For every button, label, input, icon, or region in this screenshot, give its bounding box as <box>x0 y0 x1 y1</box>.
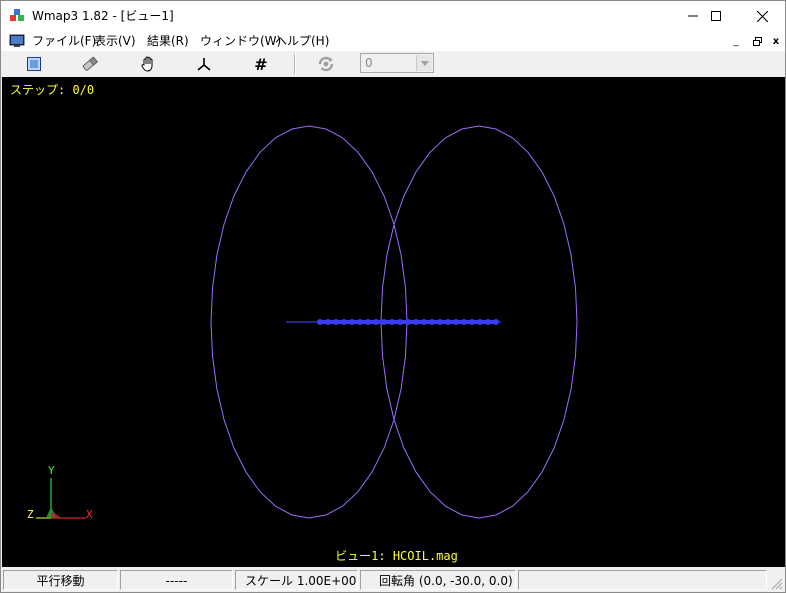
mdi-close-button[interactable]: x <box>768 34 784 48</box>
menu-help[interactable]: ヘルプ(H) <box>275 31 329 51</box>
axes-icon <box>197 58 211 71</box>
toolbar: # 0 <box>1 51 785 77</box>
node-marker <box>445 319 451 325</box>
node-marker <box>397 319 403 325</box>
node-marker <box>469 319 475 325</box>
close-icon <box>756 10 768 22</box>
node-marker <box>349 319 355 325</box>
mdi-restore-button[interactable] <box>749 34 765 48</box>
view-canvas[interactable]: Y X Z ステップ: 0/0 ビュー1: HCOIL.mag <box>2 77 785 567</box>
node-marker <box>357 319 363 325</box>
chevron-down-icon <box>420 60 429 66</box>
grid-hash-icon: # <box>254 54 268 74</box>
restore-icon <box>752 36 762 46</box>
close-button[interactable] <box>739 1 785 31</box>
rotate-gear-icon <box>318 56 334 72</box>
y-axis-label: Y <box>48 464 55 477</box>
eraser-button[interactable] <box>78 53 102 75</box>
mdi-document-icon[interactable] <box>9 34 25 48</box>
node-marker <box>317 319 323 325</box>
mdi-minimize-icon: _ <box>733 35 739 47</box>
grid-button[interactable]: # <box>249 53 273 75</box>
menu-bar: ファイル(F) 表示(V) 結果(R) ウィンドウ(W) ヘルプ(H) _ x <box>1 31 785 51</box>
mdi-minimize-button[interactable]: _ <box>728 34 744 48</box>
x-axis-label: X <box>86 508 93 521</box>
fit-view-button[interactable] <box>22 53 46 75</box>
node-marker <box>413 319 419 325</box>
resize-grip-icon[interactable] <box>769 576 783 590</box>
node-markers <box>317 319 499 325</box>
step-label: ステップ: 0/0 <box>10 83 95 97</box>
maximize-icon <box>711 11 721 21</box>
toolbar-separator <box>294 54 296 74</box>
menu-view[interactable]: 表示(V) <box>94 31 136 51</box>
axis-triad: Y X Z <box>27 464 93 521</box>
app-window: Wmap3 1.82 - [ビュー1] ファイル(F) 表示(V) 結果(R) … <box>0 0 786 593</box>
rotate-button[interactable] <box>314 53 338 75</box>
node-marker <box>381 319 387 325</box>
z-axis-label: Z <box>27 508 34 521</box>
status-mode: 平行移動 <box>3 570 118 590</box>
status-empty <box>518 570 767 590</box>
axes-button[interactable] <box>192 53 216 75</box>
mdi-close-icon: x <box>772 35 780 47</box>
node-marker <box>493 319 499 325</box>
node-marker <box>477 319 483 325</box>
fit-view-icon <box>27 57 41 71</box>
maximize-button[interactable] <box>693 1 739 31</box>
node-marker <box>373 319 379 325</box>
node-marker <box>437 319 443 325</box>
node-marker <box>365 319 371 325</box>
step-combo-dropdown-button[interactable] <box>416 55 432 71</box>
wmap3-cubes-icon <box>10 9 24 21</box>
node-marker <box>333 319 339 325</box>
node-marker <box>405 319 411 325</box>
menu-file[interactable]: ファイル(F) <box>32 31 96 51</box>
node-marker <box>325 319 331 325</box>
pan-hand-icon <box>141 56 153 72</box>
status-rotation: 回転角 (0.0, -30.0, 0.0) <box>360 570 516 590</box>
step-combo-value: 0 <box>365 56 373 70</box>
window-title: Wmap3 1.82 - [ビュー1] <box>32 9 174 23</box>
node-marker <box>341 319 347 325</box>
view-caption: ビュー1: HCOIL.mag <box>335 549 458 563</box>
node-marker <box>461 319 467 325</box>
pan-button[interactable] <box>136 53 160 75</box>
node-marker <box>421 319 427 325</box>
menu-results[interactable]: 結果(R) <box>147 31 189 51</box>
node-marker <box>453 319 459 325</box>
node-marker <box>485 319 491 325</box>
menu-window[interactable]: ウィンドウ(W) <box>200 31 281 51</box>
status-value: ----- <box>120 570 233 590</box>
title-bar[interactable]: Wmap3 1.82 - [ビュー1] <box>1 1 785 31</box>
step-combo[interactable]: 0 <box>360 53 434 73</box>
status-bar: 平行移動 ----- スケール 1.00E+00 m 回転角 (0.0, -30… <box>1 568 785 592</box>
node-marker <box>429 319 435 325</box>
node-marker <box>389 319 395 325</box>
eraser-icon <box>82 56 98 71</box>
coil-scene: Y X Z <box>27 125 578 521</box>
status-scale: スケール 1.00E+00 m <box>235 570 358 590</box>
